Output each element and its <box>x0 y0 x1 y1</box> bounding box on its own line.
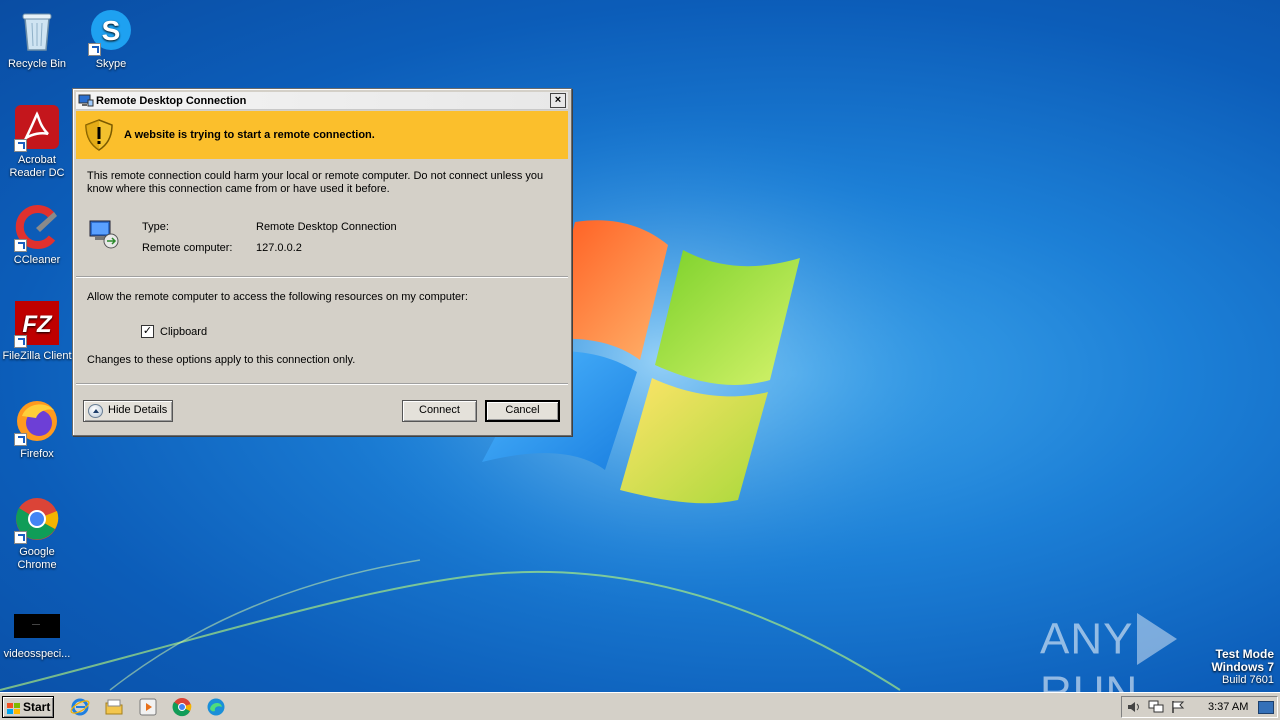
dialog-separator <box>76 276 568 278</box>
chrome-icon <box>14 496 60 544</box>
hide-details-label: Hide Details <box>108 404 168 416</box>
watermark-left-text: ANY <box>1040 614 1134 664</box>
dialog-title: Remote Desktop Connection <box>96 95 247 107</box>
remote-desktop-icon <box>78 94 94 108</box>
warning-description: This remote connection could harm your l… <box>87 170 544 195</box>
windows-flag-icon <box>7 701 20 714</box>
remote-computer-value: 127.0.0.2 <box>256 242 302 254</box>
ccleaner-icon <box>14 204 60 252</box>
desktop-icon-filezilla[interactable]: FZ FileZilla Client <box>0 300 74 363</box>
system-tray: 3:37 AM <box>1121 696 1278 718</box>
remote-desktop-dialog: Remote Desktop Connection × A website is… <box>72 88 572 436</box>
desktop-icon-acrobat[interactable]: Acrobat Reader DC <box>0 104 74 180</box>
volume-icon[interactable] <box>1126 700 1142 714</box>
skype-icon: S <box>88 8 134 56</box>
connect-button[interactable]: Connect <box>402 400 477 422</box>
dialog-separator <box>76 383 568 385</box>
firefox-icon <box>14 398 60 446</box>
desktop-icon-label: Google Chrome <box>17 546 57 571</box>
remote-computer-icon <box>87 217 121 251</box>
desktop-icon-recycle-bin[interactable]: Recycle Bin <box>0 8 74 71</box>
show-desktop-icon[interactable] <box>1258 701 1274 714</box>
play-icon <box>1137 613 1178 666</box>
desktop-icon-label: Acrobat Reader DC <box>9 154 65 179</box>
type-value: Remote Desktop Connection <box>256 221 397 233</box>
warning-banner: A website is trying to start a remote co… <box>76 111 568 159</box>
anyrun-watermark: ANYRUN <box>1040 612 1240 717</box>
recycle-bin-icon <box>14 8 60 54</box>
dialog-titlebar[interactable]: Remote Desktop Connection × <box>76 92 568 110</box>
desktop-icon-chrome[interactable]: Google Chrome <box>0 496 74 572</box>
network-icon[interactable] <box>1148 700 1164 714</box>
taskbar: Start 3:37 AM <box>0 692 1280 720</box>
desktop-icon-label: Skype <box>95 58 127 70</box>
close-icon: × <box>554 94 562 106</box>
type-label: Type: <box>142 221 169 233</box>
remote-computer-label: Remote computer: <box>142 242 233 254</box>
video-file-icon <box>14 610 60 640</box>
svg-text:S: S <box>102 15 121 46</box>
file-explorer-icon[interactable] <box>104 697 124 717</box>
desktop-icon-ccleaner[interactable]: CCleaner <box>0 204 74 267</box>
action-center-flag-icon[interactable] <box>1170 700 1186 714</box>
svg-text:FZ: FZ <box>22 311 53 338</box>
hide-details-button[interactable]: Hide Details <box>83 400 173 422</box>
filezilla-icon: FZ <box>14 300 60 348</box>
close-button[interactable]: × <box>550 93 566 108</box>
warning-shield-icon <box>85 119 113 151</box>
acrobat-icon <box>14 104 60 152</box>
test-mode-line2: Windows 7 <box>1211 660 1274 674</box>
taskbar-clock[interactable]: 3:37 AM <box>1208 701 1248 713</box>
desktop-icon-label: FileZilla Client <box>2 350 72 362</box>
chrome-taskbar-icon[interactable] <box>172 697 192 717</box>
media-player-icon[interactable] <box>138 697 158 717</box>
warning-banner-text: A website is trying to start a remote co… <box>124 129 375 141</box>
edge-icon[interactable] <box>206 697 226 717</box>
clipboard-label[interactable]: Clipboard <box>160 326 207 338</box>
chevron-up-icon <box>88 404 103 418</box>
shortcut-arrow-icon <box>14 433 27 446</box>
shortcut-arrow-icon <box>14 335 27 348</box>
shortcut-arrow-icon <box>14 139 27 152</box>
desktop-icon-firefox[interactable]: Firefox <box>0 398 74 461</box>
allow-resources-text: Allow the remote computer to access the … <box>87 291 468 303</box>
desktop-icon-label: CCleaner <box>13 254 61 266</box>
desktop-icon-skype[interactable]: S Skype <box>74 8 148 71</box>
start-label: Start <box>23 700 51 714</box>
desktop-icon-video-file[interactable]: videosspeci... <box>0 610 74 661</box>
shortcut-arrow-icon <box>14 239 27 252</box>
test-mode-label: Test Mode Windows 7 Build 7601 <box>1211 648 1274 687</box>
shortcut-arrow-icon <box>88 43 101 56</box>
desktop-icon-label: Recycle Bin <box>7 58 67 70</box>
internet-explorer-icon[interactable] <box>70 697 90 717</box>
desktop-icon-label: videosspeci... <box>3 648 71 660</box>
cancel-button[interactable]: Cancel <box>485 400 560 422</box>
changes-note: Changes to these options apply to this c… <box>87 354 356 366</box>
desktop-icon-label: Firefox <box>20 448 54 460</box>
start-button[interactable]: Start <box>2 696 54 718</box>
test-mode-line3: Build 7601 <box>1222 674 1274 686</box>
shortcut-arrow-icon <box>14 531 27 544</box>
clipboard-checkbox[interactable]: ✓ <box>141 325 154 338</box>
